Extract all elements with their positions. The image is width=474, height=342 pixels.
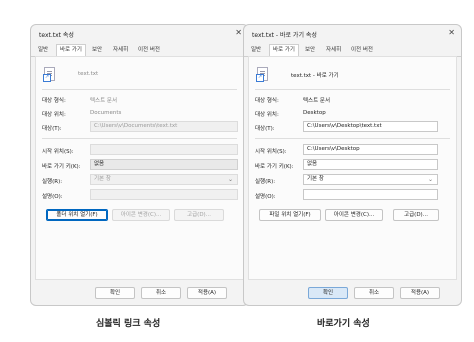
target-type-value: 텍스트 문서 [303,98,331,104]
target-field[interactable]: C:\Users\v\Documents\text.txt [90,121,238,132]
title-bar: text.txt 속성 ✕ [31,25,248,43]
target-label: 대상(T): [42,126,62,132]
text-file-icon: ↗ [43,67,55,82]
target-location-label: 대상 위치: [42,112,66,118]
change-icon-button[interactable]: 아이콘 변경(C)... [325,209,383,221]
open-file-location-button[interactable]: 파일 위치 열기(F) [259,209,321,221]
run-label: 실행(R): [42,179,63,185]
advanced-button[interactable]: 고급(D)... [174,209,224,221]
symlink-properties-window: text.txt 속성 ✕ 일반 바로 가기 보안 자세히 이전 버전 ↗ te… [30,24,249,306]
dialog-footer: 확인 취소 적용(A) [31,279,248,305]
tab-details[interactable]: 자세히 [110,45,131,55]
hotkey-field[interactable]: 없음 [90,159,238,170]
comment-label: 설명(O): [255,194,276,200]
close-icon[interactable]: ✕ [448,28,455,38]
apply-button[interactable]: 적용(A) [187,287,227,299]
title-bar: text.txt - 바로 가기 속성 ✕ [244,25,461,43]
close-icon[interactable]: ✕ [235,28,242,38]
tab-security[interactable]: 보안 [302,45,318,55]
shortcut-properties-window: text.txt - 바로 가기 속성 ✕ 일반 바로 가기 보안 자세히 이전… [243,24,462,306]
change-icon-button[interactable]: 아이콘 변경(C)... [112,209,170,221]
start-in-field[interactable] [90,144,238,155]
tab-general[interactable]: 일반 [248,45,264,55]
text-file-icon: ↗ [256,67,268,82]
target-type-value: 텍스트 문서 [90,98,118,104]
caption-shortcut-properties: 바로가기 속성 [317,319,370,329]
tab-bar: 일반 바로 가기 보안 자세히 이전 버전 [31,43,248,57]
ok-button[interactable]: 확인 [95,287,135,299]
run-label: 실행(R): [255,179,276,185]
comment-field[interactable] [90,189,238,200]
run-select[interactable]: 기본 창 ⌄ [90,174,238,185]
run-select-value: 기본 창 [94,176,111,182]
target-label: 대상(T): [255,126,275,132]
target-field[interactable]: C:\Users\v\Desktop\text.txt [303,121,438,132]
comment-label: 설명(O): [42,194,63,200]
run-select-value: 기본 창 [307,176,324,182]
tab-bar: 일반 바로 가기 보안 자세히 이전 버전 [244,43,461,57]
target-type-label: 대상 형식: [255,98,279,104]
divider [42,138,237,139]
dialog-footer: 확인 취소 적용(A) [244,279,461,305]
apply-button[interactable]: 적용(A) [400,287,440,299]
shortcut-panel: ↗ text.txt - 바로 가기 대상 형식: 텍스트 문서 대상 위치: … [248,56,457,280]
chevron-down-icon: ⌄ [427,176,433,183]
divider [255,138,450,139]
divider [255,89,450,90]
open-folder-location-button[interactable]: 폴더 위치 열기(F) [46,209,108,221]
chevron-down-icon: ⌄ [227,176,233,183]
file-name: text.txt [78,71,99,77]
target-location-value: Documents [90,110,122,116]
advanced-button[interactable]: 고급(D)... [393,209,439,221]
target-type-label: 대상 형식: [42,98,66,104]
hotkey-label: 바로 가기 키(K): [255,164,294,170]
start-in-field[interactable]: C:\Users\v\Desktop [303,144,438,155]
ok-button[interactable]: 확인 [308,287,348,299]
shortcut-panel: ↗ text.txt 대상 형식: 텍스트 문서 대상 위치: Document… [35,56,244,280]
window-title: text.txt 속성 [39,32,74,39]
tab-general[interactable]: 일반 [35,45,51,55]
hotkey-field[interactable]: 없음 [303,159,438,170]
file-name: text.txt - 바로 가기 [291,73,339,79]
tab-details[interactable]: 자세히 [323,45,344,55]
start-in-label: 시작 위치(S): [42,149,74,155]
cancel-button[interactable]: 취소 [141,287,181,299]
tab-security[interactable]: 보안 [89,45,105,55]
comment-field[interactable] [303,189,438,200]
caption-symlink-properties: 심볼릭 링크 속성 [96,319,161,329]
hotkey-label: 바로 가기 키(K): [42,164,81,170]
target-location-label: 대상 위치: [255,112,279,118]
target-location-value: Desktop [303,110,326,116]
tab-previous-versions[interactable]: 이전 버전 [348,45,376,55]
cancel-button[interactable]: 취소 [354,287,394,299]
start-in-label: 시작 위치(S): [255,149,287,155]
divider [42,89,237,90]
window-title: text.txt - 바로 가기 속성 [252,32,317,39]
tab-previous-versions[interactable]: 이전 버전 [135,45,163,55]
run-select[interactable]: 기본 창 ⌄ [303,174,438,185]
